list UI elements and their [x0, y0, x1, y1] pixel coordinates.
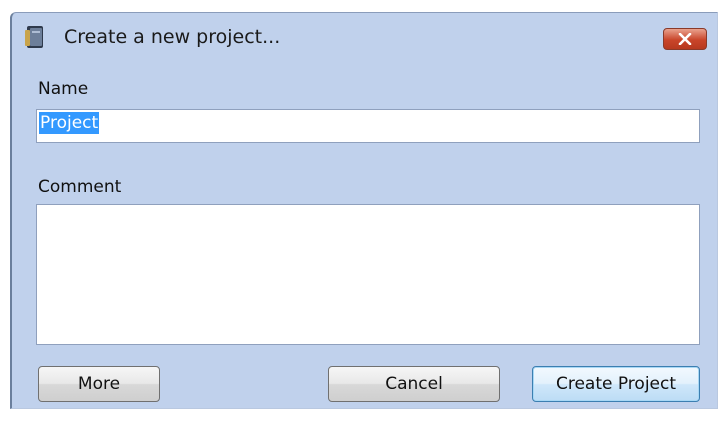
create-project-button[interactable]: Create Project — [532, 366, 700, 402]
comment-textarea[interactable] — [36, 204, 700, 345]
close-icon — [678, 33, 692, 45]
comment-label: Comment — [38, 177, 122, 197]
close-button[interactable] — [663, 28, 707, 50]
cancel-button[interactable]: Cancel — [328, 366, 500, 402]
create-project-dialog: Create a new project... Name Project Com… — [10, 12, 718, 409]
dialog-title: Create a new project... — [64, 26, 281, 48]
name-value-selected[interactable]: Project — [39, 112, 100, 134]
name-label: Name — [38, 79, 89, 99]
more-button[interactable]: More — [38, 366, 160, 402]
title-bar[interactable]: Create a new project... — [12, 13, 717, 61]
name-field[interactable]: Project — [36, 109, 700, 143]
app-book-icon — [23, 24, 49, 50]
